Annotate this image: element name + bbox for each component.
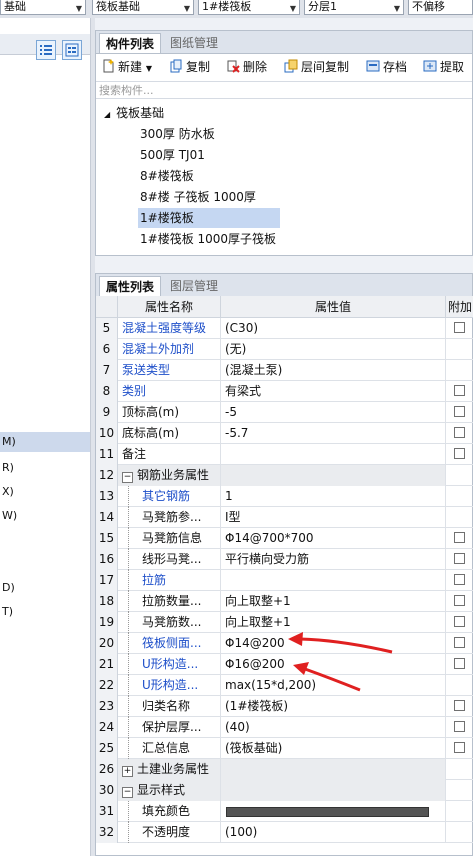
annotation-overlay: [288, 632, 393, 692]
arrow-annotation-icon: [293, 662, 361, 692]
arrow-annotation-icon: [288, 632, 393, 654]
